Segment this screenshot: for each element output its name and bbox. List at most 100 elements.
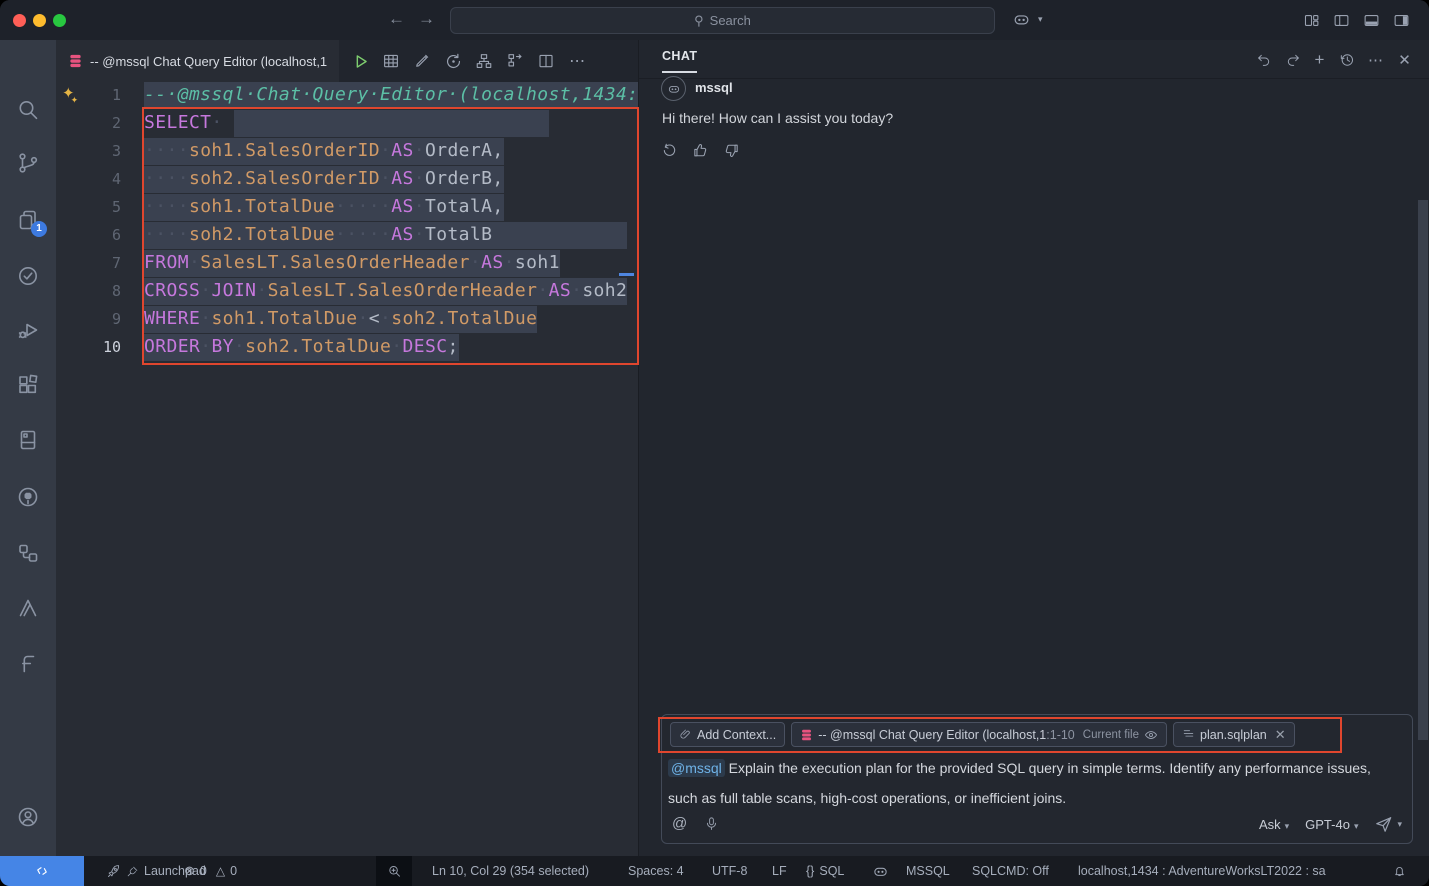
send-button[interactable]: ▾ xyxy=(1374,815,1402,834)
sidebar-item-source-control[interactable] xyxy=(16,151,40,175)
sidebar-item-extensions[interactable] xyxy=(16,373,40,397)
sidebar-item-copilot-edits[interactable]: 1 xyxy=(16,208,40,232)
editor-tab-strip: -- @mssql Chat Query Editor (localhost,1… xyxy=(56,40,638,82)
sidebar-item-database-projects[interactable] xyxy=(16,428,40,452)
line-number: 5 xyxy=(56,193,121,221)
estimated-plan-button[interactable] xyxy=(473,50,495,72)
split-editor-button[interactable] xyxy=(535,50,557,72)
customize-layout-button[interactable] xyxy=(1303,12,1320,29)
microphone-icon[interactable] xyxy=(704,815,719,832)
zoom-status-item[interactable] xyxy=(376,856,412,886)
add-context-chip[interactable]: Add Context... xyxy=(670,722,785,747)
activity-bar: 1 xyxy=(0,40,56,856)
enable-actual-plan-button[interactable] xyxy=(504,50,526,72)
notebook-icon xyxy=(16,428,40,452)
toggle-panel-button[interactable] xyxy=(1363,12,1380,29)
remote-icon xyxy=(34,864,50,878)
remote-indicator[interactable] xyxy=(0,856,84,886)
redo-button[interactable] xyxy=(1284,51,1301,68)
line-number: 3 xyxy=(56,137,121,165)
toggle-secondary-sidebar-button[interactable] xyxy=(1393,12,1410,29)
cursor-position-item[interactable]: Ln 10, Col 29 (354 selected) xyxy=(432,856,589,886)
line-number: 6 xyxy=(56,221,121,249)
copilot-icon xyxy=(1012,10,1031,29)
back-icon[interactable]: ← xyxy=(388,9,405,29)
problems-item[interactable]: ⊗0 △0 xyxy=(184,856,237,886)
sidebar-item-query-check[interactable] xyxy=(16,264,40,288)
check-circle-icon xyxy=(16,264,40,288)
account-button[interactable] xyxy=(16,805,40,829)
extensions-icon xyxy=(16,373,40,397)
sidebar-item-connections[interactable] xyxy=(16,541,40,565)
search-input[interactable]: ⚲ Search xyxy=(450,7,995,34)
code-area[interactable]: 1--·@mssql·Chat·Query·Editor·(localhost,… xyxy=(56,81,638,373)
sidebar-item-github[interactable] xyxy=(16,485,40,509)
connection-item[interactable]: localhost,1434 : AdventureWorksLT2022 : … xyxy=(1078,856,1326,886)
change-connection-button[interactable] xyxy=(442,50,464,72)
plan-file-chip[interactable]: plan.sqlplan ✕ xyxy=(1173,722,1295,747)
new-chat-button[interactable]: + xyxy=(1311,51,1328,68)
maximize-window-button[interactable] xyxy=(53,14,66,27)
eol-item[interactable]: LF xyxy=(772,856,787,886)
language-item[interactable]: {}SQL xyxy=(806,856,844,886)
chat-scrollbar[interactable] xyxy=(1418,200,1428,740)
chat-tab-underline xyxy=(662,71,697,73)
azure-icon xyxy=(16,596,40,620)
search-icon: ⚲ xyxy=(694,13,704,29)
run-query-button[interactable] xyxy=(349,50,371,72)
sidebar-item-fabric[interactable] xyxy=(16,652,40,676)
remove-chip-icon[interactable]: ✕ xyxy=(1275,727,1286,743)
input-controls: @ Ask▾ GPT-4o▾ ▾ xyxy=(662,811,1412,841)
sidebar-item-search[interactable] xyxy=(16,98,40,122)
notifications-bell[interactable] xyxy=(1392,856,1407,886)
more-chat-button[interactable]: ⋯ xyxy=(1367,51,1384,68)
copilot-status-item[interactable] xyxy=(872,856,889,886)
close-chat-button[interactable]: ✕ xyxy=(1396,51,1413,68)
selection-highlight xyxy=(234,110,549,137)
message-author: mssql xyxy=(695,80,733,95)
regenerate-button[interactable] xyxy=(661,142,678,159)
message-actions xyxy=(661,142,740,159)
thumbs-down-button[interactable] xyxy=(723,142,740,159)
minimize-window-button[interactable] xyxy=(33,14,46,27)
zoom-icon xyxy=(387,864,402,879)
line-number: 8 xyxy=(56,277,121,305)
database-icon xyxy=(68,53,83,69)
mssql-avatar xyxy=(661,76,686,101)
line-number: 2 xyxy=(56,109,121,137)
close-window-button[interactable] xyxy=(13,14,26,27)
edit-connection-button[interactable] xyxy=(411,50,433,72)
message-text: Hi there! How can I assist you today? xyxy=(662,110,893,126)
vscode-window: ← → ⚲ Search ▾ 1 xyxy=(0,0,1429,886)
sidebar-item-run-debug[interactable] xyxy=(16,318,40,342)
more-actions-button[interactable]: ⋯ xyxy=(566,50,588,72)
line-number: 10 xyxy=(56,333,121,361)
undo-button[interactable] xyxy=(1255,51,1272,68)
mode-selector[interactable]: Ask▾ xyxy=(1259,817,1289,832)
run-debug-icon xyxy=(16,318,40,342)
chat-input-text[interactable]: @mssql Explain the execution plan for th… xyxy=(668,753,1404,813)
results-grid-button[interactable] xyxy=(380,50,402,72)
mssql-item[interactable]: MSSQL xyxy=(906,856,950,886)
chat-input-container[interactable]: Add Context... -- @mssql Chat Query Edit… xyxy=(661,714,1413,844)
editor-context-chip[interactable]: -- @mssql Chat Query Editor (localhost,1… xyxy=(791,722,1167,747)
sqlcmd-item[interactable]: SQLCMD: Off xyxy=(972,856,1049,886)
model-selector[interactable]: GPT-4o▾ xyxy=(1305,817,1358,832)
forward-icon[interactable]: → xyxy=(418,9,435,29)
account-icon xyxy=(16,805,40,829)
copilot-menu-button[interactable]: ▾ xyxy=(1012,10,1043,29)
history-button[interactable] xyxy=(1338,51,1355,68)
indentation-item[interactable]: Spaces: 4 xyxy=(628,856,684,886)
code-line: 2SELECT· xyxy=(56,109,638,137)
toggle-sidebar-button[interactable] xyxy=(1333,12,1350,29)
editor-tab[interactable]: -- @mssql Chat Query Editor (localhost,1 xyxy=(56,40,339,82)
thumbs-up-button[interactable] xyxy=(692,142,709,159)
database-icon xyxy=(800,728,813,742)
paperclip-icon xyxy=(679,728,692,741)
mention-button[interactable]: @ xyxy=(672,815,687,832)
sidebar-item-azure[interactable] xyxy=(16,596,40,620)
code-line: 6····soh2.TotalDue·····AS·TotalB xyxy=(56,221,638,249)
mention-token: @mssql xyxy=(668,759,725,777)
encoding-item[interactable]: UTF-8 xyxy=(712,856,747,886)
tab-chat[interactable]: CHAT xyxy=(662,49,697,63)
